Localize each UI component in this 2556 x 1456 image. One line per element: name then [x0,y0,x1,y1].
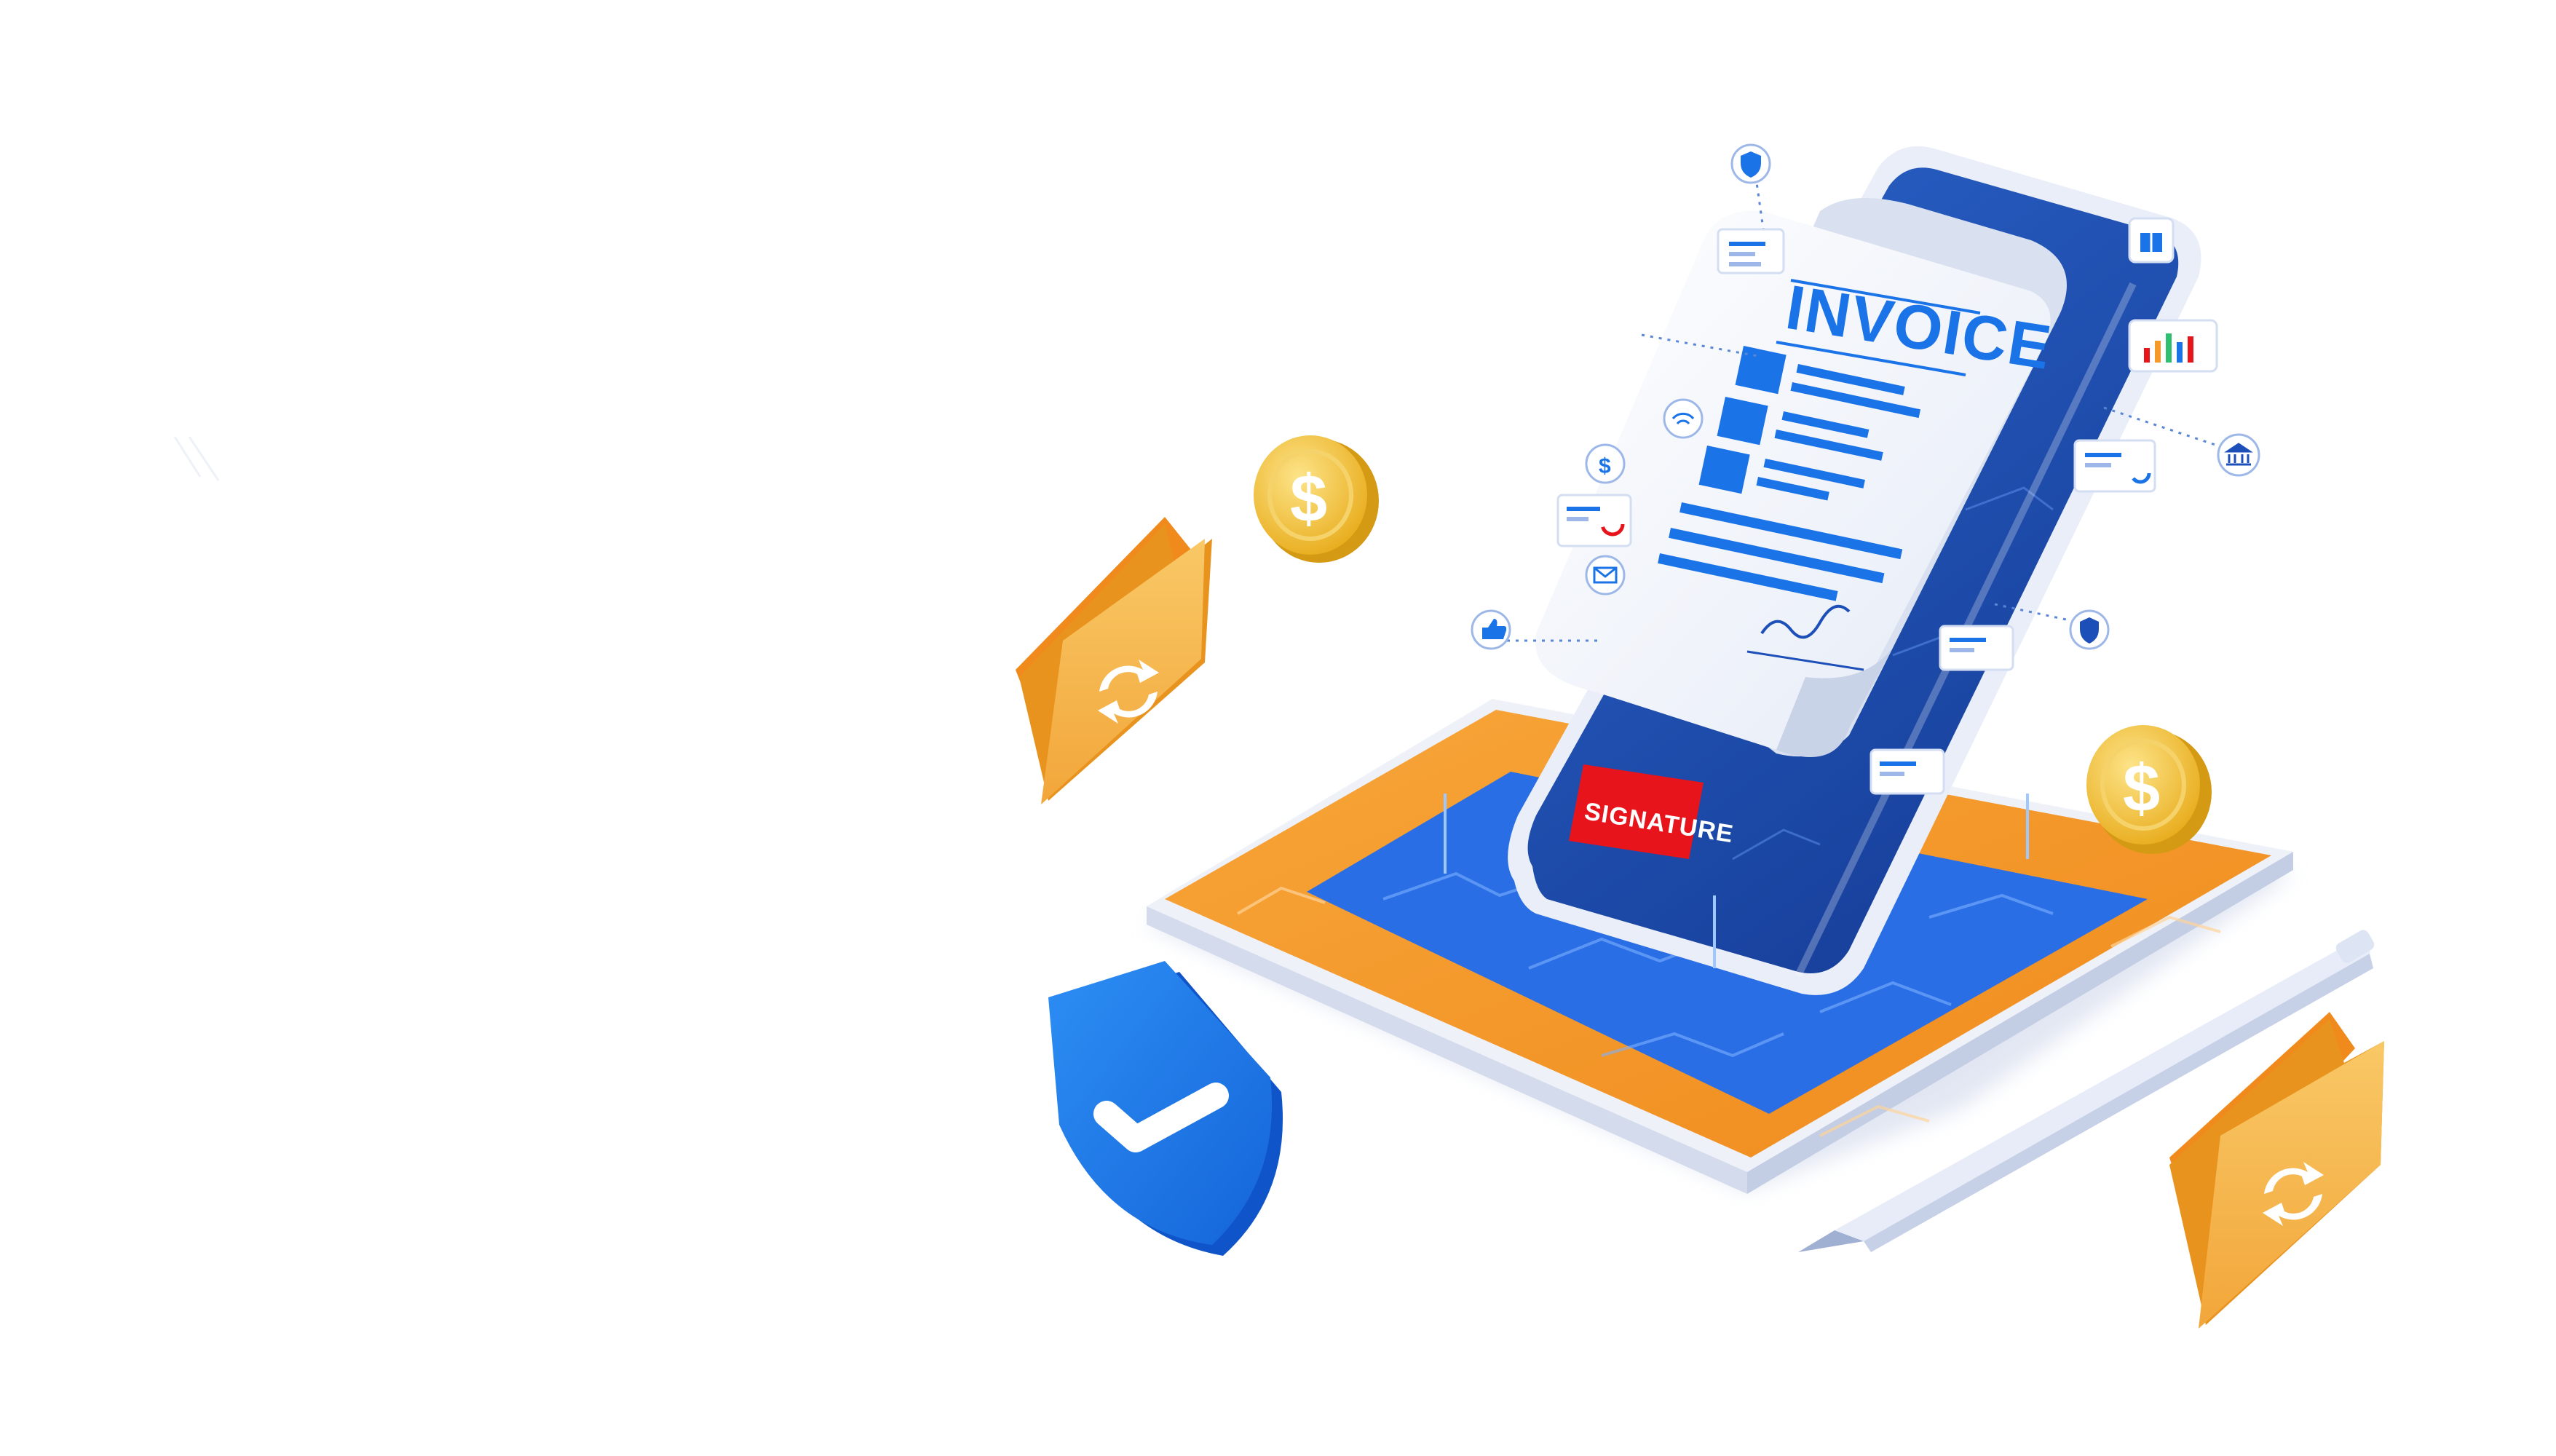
coin-left: $ [1254,435,1379,563]
folder-left [1016,517,1212,804]
bank-icon [2217,433,2260,477]
gift-icon [2128,217,2175,264]
info-card [1717,228,1785,274]
chart-icon [2128,319,2218,373]
dollar-icon: $ [2123,751,2160,826]
dollar-icon: $ [1290,462,1327,536]
invoice-illustration: INVOICE SIGNATURE $ $ $ [0,0,2556,1456]
info-card [2073,439,2156,493]
sparkle [173,436,220,481]
svg-text:$: $ [1599,454,1611,478]
mail-icon [1585,555,1626,596]
illustration-canvas: INVOICE SIGNATURE $ $ $ [173,143,2384,1329]
info-card [1556,494,1632,547]
info-card [1939,625,2014,671]
security-shield [1048,961,1283,1256]
wifi-icon [1663,398,1704,439]
info-card [1869,748,1945,795]
